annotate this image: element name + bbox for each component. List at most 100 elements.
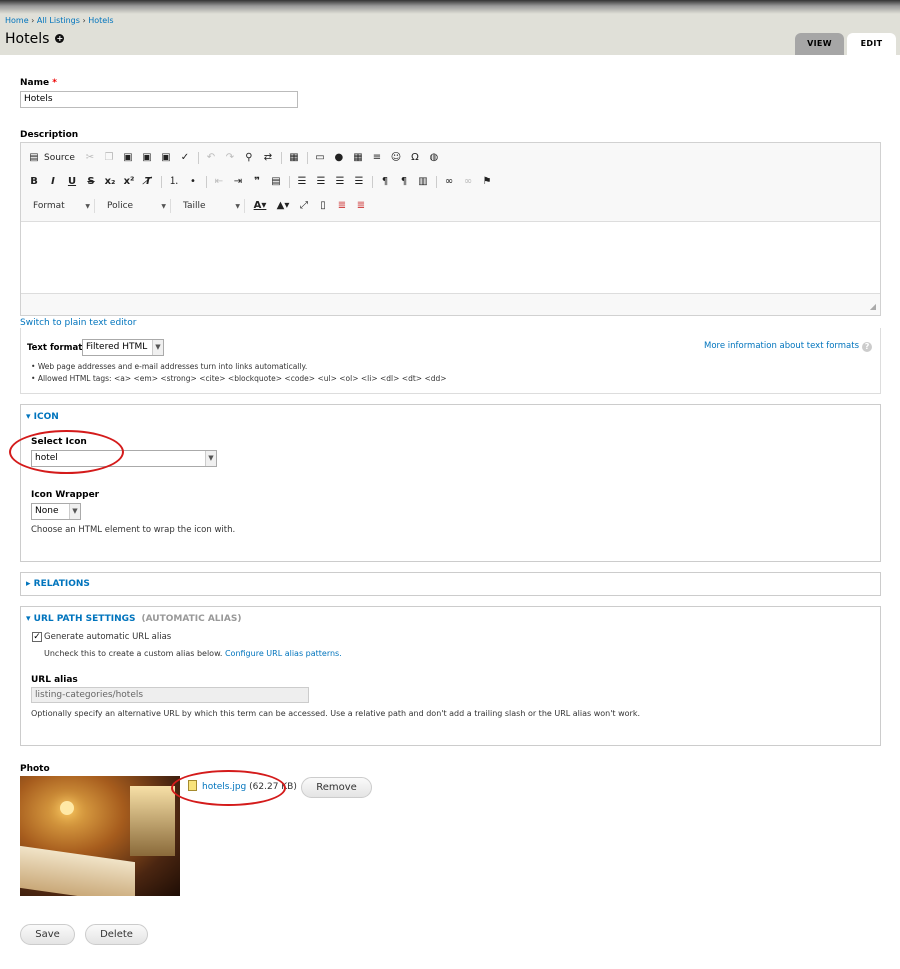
underline-icon[interactable]: U <box>65 175 79 189</box>
blockquote-icon[interactable]: ❞ <box>250 175 264 189</box>
switch-plain-text-link[interactable]: Switch to plain text editor <box>20 318 136 328</box>
chevron-down-icon: ▼ <box>205 451 216 466</box>
indent-icon[interactable]: ⇥ <box>231 175 245 189</box>
relations-legend[interactable]: ▸ RELATIONS <box>26 579 90 589</box>
tab-view[interactable]: VIEW <box>795 33 844 55</box>
url-settings-legend-text: URL PATH SETTINGS <box>33 614 136 624</box>
paste-code-icon[interactable]: ≣ <box>335 199 349 213</box>
align-left-icon[interactable]: ☰ <box>295 175 309 189</box>
align-right-icon[interactable]: ☰ <box>333 175 347 189</box>
ltr-icon[interactable]: ¶ <box>378 175 392 189</box>
maximize-icon[interactable]: ⤢ <box>297 199 311 213</box>
generate-alias-checkbox[interactable]: ✓ <box>32 632 42 642</box>
show-blocks-icon[interactable]: ▯ <box>316 199 330 213</box>
special-char-icon[interactable]: Ω <box>408 151 422 165</box>
outdent-icon[interactable]: ⇤ <box>212 175 226 189</box>
add-shortcut-icon[interactable]: + <box>55 34 65 43</box>
size-combo-label: Taille <box>183 201 206 211</box>
rtl-icon[interactable]: ¶ <box>397 175 411 189</box>
paste-word-icon[interactable]: ▣ <box>159 151 173 165</box>
icon-wrapper-value: None <box>35 506 59 516</box>
save-button[interactable]: Save <box>20 924 75 945</box>
format-tip-1: Web page addresses and e-mail addresses … <box>37 362 308 371</box>
superscript-icon[interactable]: x² <box>122 175 136 189</box>
photo-bed <box>20 845 135 896</box>
annotation-circle <box>171 770 286 806</box>
editor-content-area[interactable] <box>21 221 880 294</box>
iframe-icon[interactable]: ◍ <box>427 151 441 165</box>
horizontal-rule-icon[interactable]: ≡ <box>370 151 384 165</box>
subscript-icon[interactable]: x₂ <box>103 175 117 189</box>
more-info-link[interactable]: More information about text formats <box>704 341 859 351</box>
breadcrumb: Home › All Listings › Hotels <box>5 16 114 25</box>
configure-alias-link[interactable]: Configure URL alias patterns. <box>225 649 342 658</box>
name-input[interactable]: Hotels <box>20 91 298 108</box>
icon-legend[interactable]: ▾ ICON <box>26 412 59 422</box>
find-icon[interactable]: ⚲ <box>242 151 256 165</box>
cut-icon[interactable]: ✂ <box>83 151 97 165</box>
remove-format-icon[interactable]: T̸ <box>141 175 155 189</box>
annotation-circle <box>9 430 124 474</box>
breadcrumb-hotels[interactable]: Hotels <box>88 16 113 25</box>
toolbar-separator <box>280 152 282 164</box>
smiley-icon[interactable]: ☺ <box>389 151 403 165</box>
undo-icon[interactable]: ↶ <box>204 151 218 165</box>
size-combo[interactable]: Taille ▼ <box>177 199 245 213</box>
remove-button[interactable]: Remove <box>301 777 372 798</box>
url-alias-label: URL alias <box>31 675 78 685</box>
flash-icon[interactable]: ● <box>332 151 346 165</box>
text-format-box <box>20 328 881 394</box>
icon-fieldset: ▾ ICON <box>20 404 881 562</box>
uncheck-help: Uncheck this to create a custom alias be… <box>44 649 342 658</box>
unlink-icon[interactable]: ∞ <box>461 175 475 189</box>
icon-wrapper-label: Icon Wrapper <box>31 490 100 500</box>
format-tip: • Allowed HTML tags: <a> <em> <strong> <… <box>31 374 447 383</box>
paste-icon[interactable]: ▣ <box>121 151 135 165</box>
break-icon[interactable]: ≣ <box>354 199 368 213</box>
icon-legend-text: ICON <box>33 412 59 422</box>
source-button[interactable]: ▤ Source <box>27 151 75 165</box>
url-settings-legend[interactable]: ▾ URL PATH SETTINGS (AUTOMATIC ALIAS) <box>26 614 241 624</box>
language-icon[interactable]: ▥ <box>416 175 430 189</box>
table-icon[interactable]: ▦ <box>351 151 365 165</box>
replace-icon[interactable]: ⇄ <box>261 151 275 165</box>
strikethrough-icon[interactable]: S <box>84 175 98 189</box>
url-alias-input[interactable]: listing-categories/hotels <box>31 687 309 703</box>
page-header: Home › All Listings › Hotels Hotels + VIE… <box>0 0 900 55</box>
copy-icon[interactable]: ❐ <box>102 151 116 165</box>
source-label: Source <box>44 153 75 163</box>
format-combo[interactable]: Format ▼ <box>27 199 95 213</box>
bulleted-list-icon[interactable]: • <box>186 175 200 189</box>
url-settings-fieldset: ▾ URL PATH SETTINGS (AUTOMATIC ALIAS) <box>20 606 881 746</box>
background-color-icon[interactable]: ▲▾ <box>274 199 292 213</box>
icon-wrapper-select[interactable]: None ▼ <box>31 503 81 520</box>
select-all-icon[interactable]: ▦ <box>287 151 301 165</box>
italic-icon[interactable]: I <box>46 175 60 189</box>
image-icon[interactable]: ▭ <box>313 151 327 165</box>
anchor-icon[interactable]: ⚑ <box>480 175 494 189</box>
font-combo[interactable]: Police ▼ <box>101 199 171 213</box>
align-justify-icon[interactable]: ☰ <box>352 175 366 189</box>
rich-text-editor: ▤ Source ✂ ❐ ▣ ▣ ▣ ✓ ↶ ↷ ⚲ ⇄ ▦ ▭ ● ▦ ≡ ☺ … <box>20 142 881 316</box>
text-format-select[interactable]: Filtered HTML ▼ <box>82 339 164 356</box>
paste-text-icon[interactable]: ▣ <box>140 151 154 165</box>
chevron-down-icon: ▼ <box>85 202 90 210</box>
delete-button[interactable]: Delete <box>85 924 148 945</box>
font-combo-label: Police <box>107 201 134 211</box>
breadcrumb-all-listings[interactable]: All Listings <box>37 16 80 25</box>
help-icon[interactable]: ? <box>862 342 873 352</box>
tab-edit[interactable]: EDIT <box>847 33 896 55</box>
resize-handle-icon[interactable]: ◢ <box>870 302 876 311</box>
link-icon[interactable]: ∞ <box>442 175 456 189</box>
div-icon[interactable]: ▤ <box>269 175 283 189</box>
toolbar-separator <box>436 176 437 188</box>
toolbar-row-3: Format ▼ Police ▼ Taille ▼ A▾ ▲▾ ⤢ ▯ ≣ ≣ <box>27 198 373 214</box>
breadcrumb-home[interactable]: Home <box>5 16 29 25</box>
align-center-icon[interactable]: ☰ <box>314 175 328 189</box>
bold-icon[interactable]: B <box>27 175 41 189</box>
text-color-icon[interactable]: A▾ <box>251 199 269 213</box>
redo-icon[interactable]: ↷ <box>223 151 237 165</box>
spellcheck-icon[interactable]: ✓ <box>178 151 192 165</box>
hotel-photo-thumbnail <box>20 776 180 896</box>
numbered-list-icon[interactable]: ⒈ <box>167 175 181 189</box>
